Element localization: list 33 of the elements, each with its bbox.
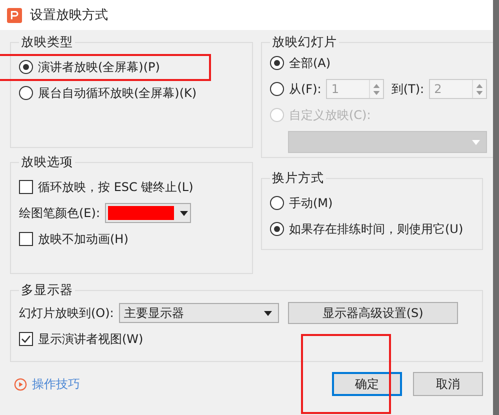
window-title: 设置放映方式 — [30, 7, 108, 24]
advanced-settings-button[interactable]: 显示器高级设置(S) — [288, 302, 458, 324]
dialog-button[interactable]: 取消 — [413, 372, 483, 396]
up-arrow-icon[interactable] — [476, 84, 484, 88]
checkmark-icon — [20, 333, 32, 345]
radio-option[interactable]: 如果存在排练时间，则使用它(U) — [270, 219, 474, 239]
field-label: 幻灯片放映到(O): — [19, 304, 114, 322]
caret-icon — [180, 210, 188, 216]
caret-icon — [264, 310, 272, 316]
radio-option[interactable]: 全部(A) — [270, 54, 331, 72]
group-title: 放映类型 — [20, 34, 74, 51]
down-arrow-icon[interactable] — [476, 90, 484, 94]
up-arrow-icon[interactable] — [373, 84, 380, 88]
color-dropdown[interactable] — [105, 203, 191, 223]
down-arrow-icon[interactable] — [373, 90, 380, 94]
play-icon — [14, 378, 27, 390]
group-title: 放映幻灯片 — [271, 34, 338, 51]
radio-option[interactable]: 从(F): — [270, 80, 322, 98]
group-title: 换片方式 — [271, 170, 325, 187]
radio-option[interactable]: 演讲者放映(全屏幕)(P) — [19, 57, 244, 77]
field-label: 到(T): — [391, 80, 424, 98]
dialog-button[interactable]: 确定 — [332, 372, 402, 396]
caret-icon — [472, 140, 480, 144]
monitor-dropdown[interactable]: 主要显示器 — [118, 303, 279, 323]
radio-option[interactable]: 手动(M) — [270, 193, 474, 213]
group-title: 放映选项 — [20, 154, 74, 171]
checkbox-option[interactable]: 循环放映，按 ESC 键终止(L) — [19, 177, 244, 197]
app-logo-icon — [7, 8, 22, 22]
field-label: 绘图笔颜色(E): — [19, 204, 100, 222]
checkbox-option[interactable]: 放映不加动画(H) — [19, 229, 244, 249]
checkbox-option[interactable]: 显示演讲者视图(W) — [19, 329, 474, 349]
radio-option[interactable]: 展台自动循环放映(全屏幕)(K) — [19, 83, 244, 103]
group-title: 多显示器 — [20, 282, 74, 299]
